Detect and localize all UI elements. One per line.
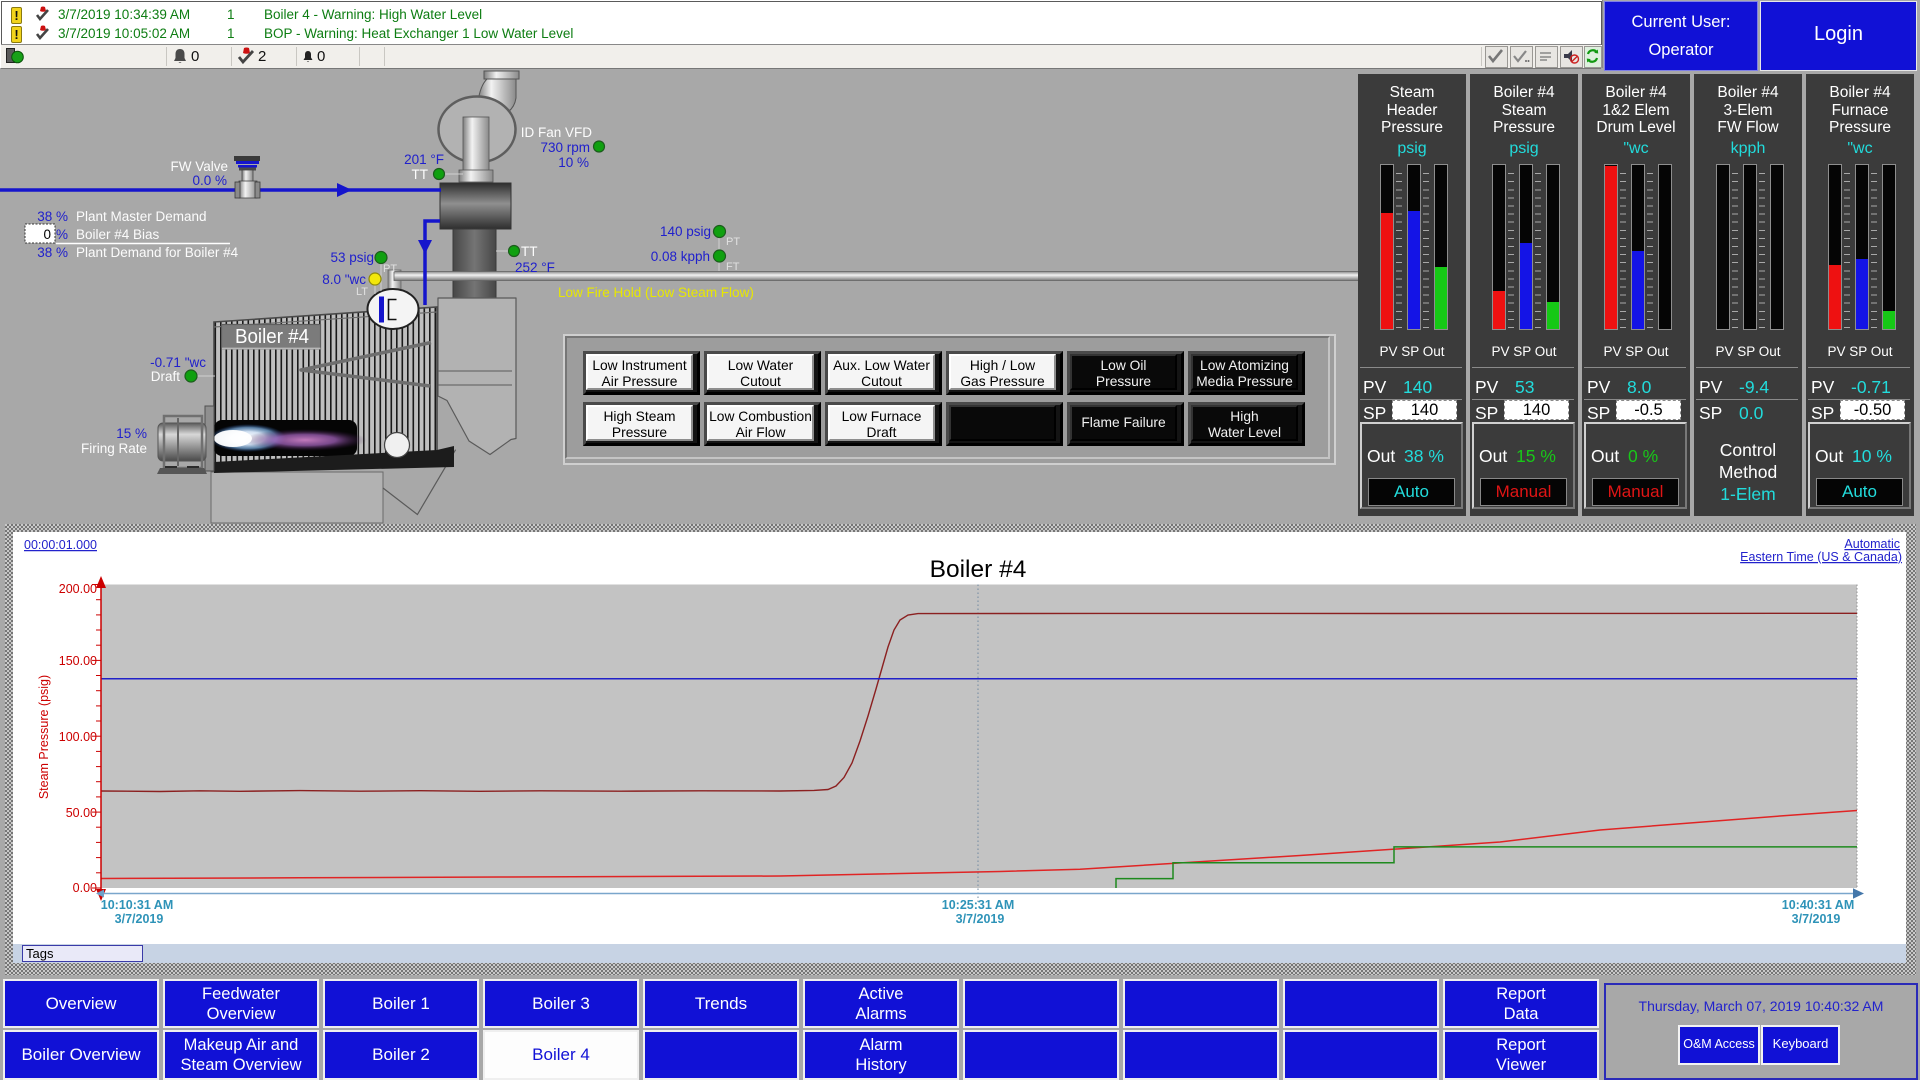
svg-text:50.00: 50.00 [66,806,97,820]
svg-text:201 °F: 201 °F [404,152,444,167]
svg-text:3/7/2019: 3/7/2019 [115,912,164,926]
svg-text:100.00: 100.00 [59,730,97,744]
svg-text:Boiler #4: Boiler #4 [930,556,1027,583]
svg-text:730 rpm: 730 rpm [540,140,590,155]
svg-text:LT: LT [356,286,368,298]
svg-text:Plant Master Demand: Plant Master Demand [76,209,207,224]
svg-text:FW Valve: FW Valve [170,159,228,174]
svg-text:00:00:01.000: 00:00:01.000 [24,538,97,552]
svg-text:140 psig: 140 psig [660,224,711,239]
svg-text:252 °F: 252 °F [515,260,555,275]
svg-text:10 %: 10 % [558,155,589,170]
svg-text:Boiler #4: Boiler #4 [235,326,309,348]
svg-text:3/7/2019: 3/7/2019 [1792,912,1841,926]
svg-text:Steam Pressure (psig): Steam Pressure (psig) [37,675,51,799]
svg-text:10:25:31 AM: 10:25:31 AM [942,898,1015,912]
svg-text:Eastern Time (US & Canada): Eastern Time (US & Canada) [1740,550,1902,564]
svg-text:-0.71 "wc: -0.71 "wc [150,355,206,370]
svg-text:38 %: 38 % [37,209,68,224]
svg-text:10:10:31 AM: 10:10:31 AM [101,898,174,912]
svg-text:Automatic: Automatic [1844,537,1900,551]
svg-text:3/7/2019: 3/7/2019 [956,912,1005,926]
svg-text:PT: PT [726,236,740,248]
svg-text:0.00: 0.00 [73,881,97,895]
svg-text:8.0 "wc: 8.0 "wc [322,272,366,287]
svg-text:200.00: 200.00 [59,582,97,596]
svg-text:0: 0 [43,227,51,242]
svg-text:0.0 %: 0.0 % [192,173,227,188]
svg-text:150.00: 150.00 [59,654,97,668]
svg-text:38 %: 38 % [37,245,68,260]
svg-text:Plant Demand for Boiler #4: Plant Demand for Boiler #4 [76,245,239,260]
svg-text:FT: FT [726,261,740,273]
svg-text:Firing Rate: Firing Rate [81,441,147,456]
svg-text:%: % [56,227,68,242]
svg-text:10:40:31 AM: 10:40:31 AM [1782,898,1855,912]
svg-text:Draft: Draft [151,369,181,384]
svg-text:53 psig: 53 psig [330,250,374,265]
svg-text:Low Fire Hold (Low Steam Flow): Low Fire Hold (Low Steam Flow) [558,285,754,300]
svg-text:TT: TT [521,244,538,259]
svg-text:TT: TT [412,167,429,182]
svg-text:ID Fan VFD: ID Fan VFD [521,125,593,140]
svg-text:0.08 kpph: 0.08 kpph [651,249,710,264]
svg-text:PT: PT [383,263,397,275]
svg-text:15 %: 15 % [116,426,147,441]
svg-text:Boiler #4 Bias: Boiler #4 Bias [76,227,160,242]
